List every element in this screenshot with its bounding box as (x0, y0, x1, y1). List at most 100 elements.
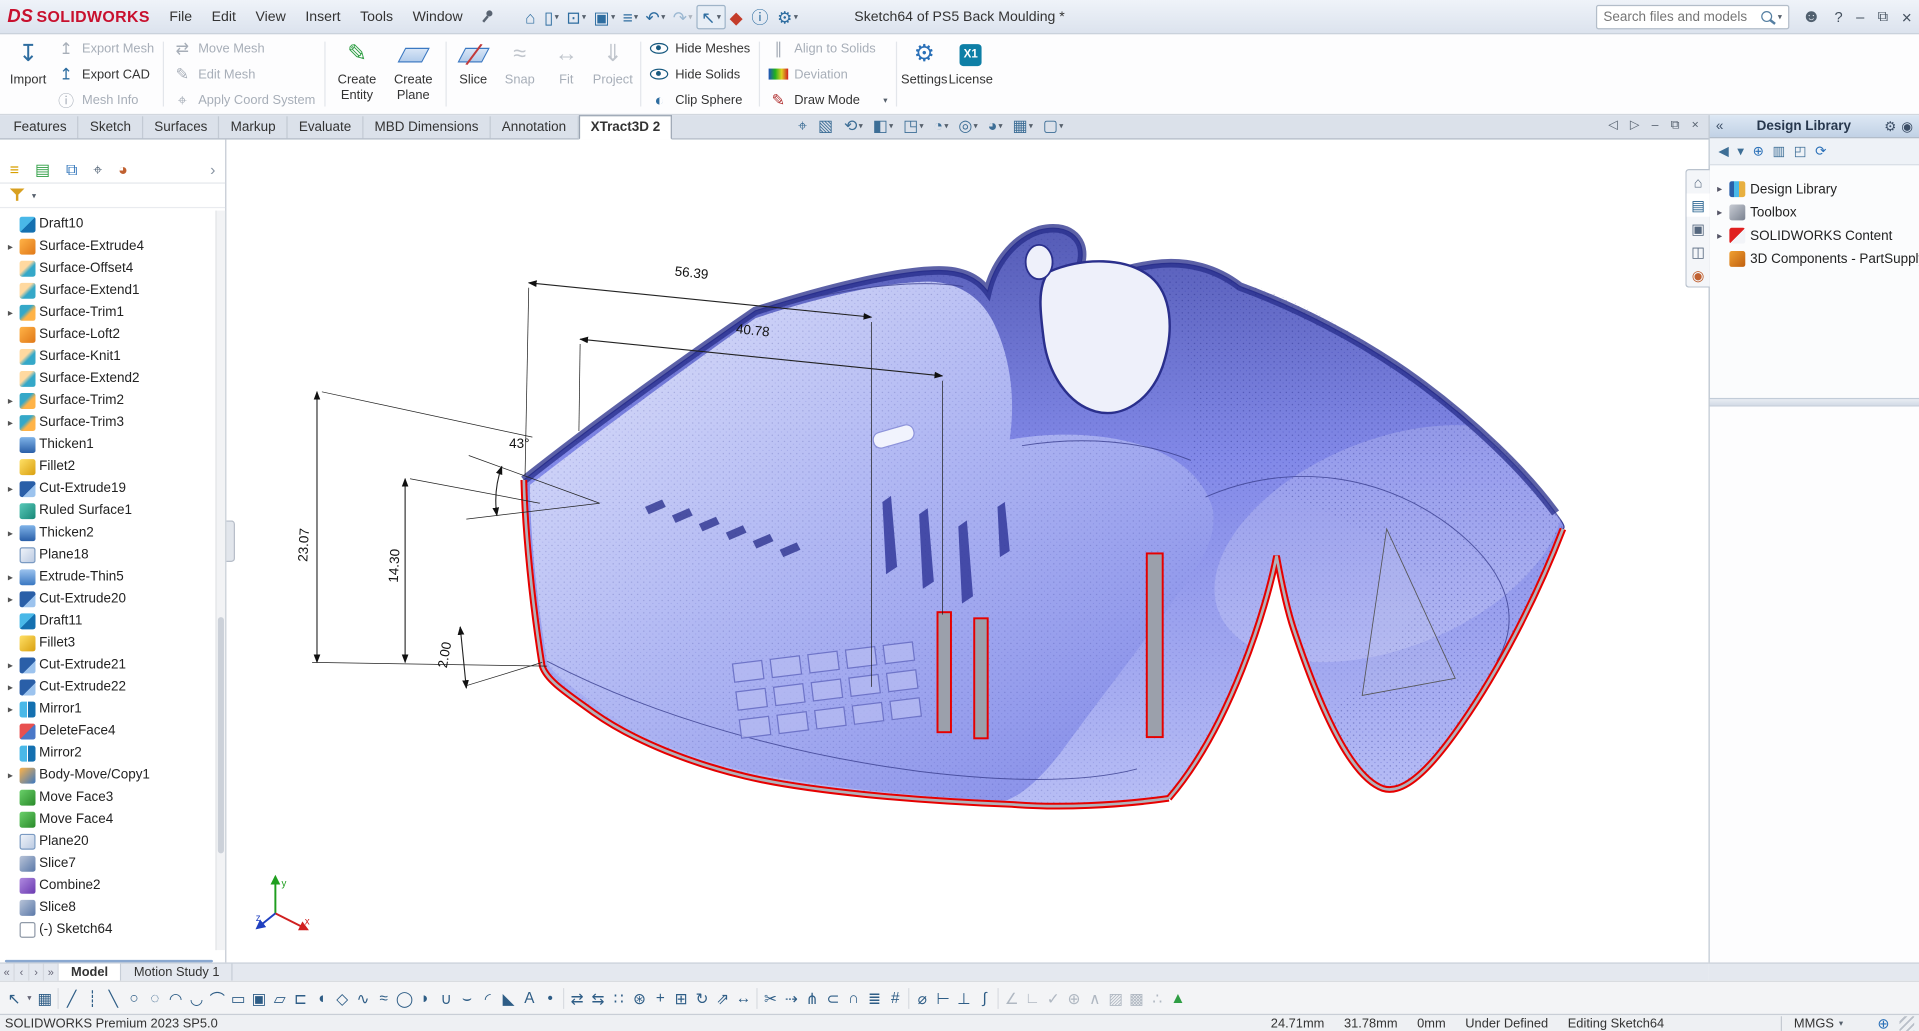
feature-tree-item[interactable]: Combine2 (0, 874, 215, 896)
feature-tree-item[interactable]: ▸ Surface-Extrude4 (0, 235, 215, 257)
refresh-icon[interactable]: ⟳ (1815, 143, 1826, 159)
sketch-parabola[interactable]: ∪ (436, 985, 457, 1011)
repair-sketch[interactable]: ⊕ (1064, 985, 1085, 1011)
align-to-solids-button[interactable]: ∥Align to Solids (764, 36, 893, 60)
apply-coord-system-button[interactable]: ⌖Apply Coord System (168, 88, 321, 112)
smart-dimension[interactable]: ⌀ (912, 985, 933, 1011)
file-properties-button[interactable]: ⓘ (748, 6, 774, 28)
draw-mode-button[interactable]: ✎Draw Mode▾ (764, 88, 893, 112)
apply-scene-icon[interactable]: ▦ ▾ (1013, 118, 1034, 134)
feature-tree-item[interactable]: ▸ Cut-Extrude22 (0, 676, 215, 698)
fit-button[interactable]: ↔ Fit (543, 36, 590, 113)
scrollbar-thumb[interactable] (218, 617, 224, 854)
sketch-centerline[interactable]: ┊ (82, 985, 103, 1011)
sketch-center-rectangle[interactable]: ▣ (248, 985, 269, 1011)
menu-tools[interactable]: Tools (350, 3, 402, 30)
menu-file[interactable]: File (160, 3, 202, 30)
tab-model[interactable]: Model (59, 964, 122, 981)
expand-arrow-icon[interactable]: ▸ (5, 703, 16, 714)
design-library-item[interactable]: 3D Components - PartSupply (1715, 247, 1914, 270)
sketch-arc-tangent[interactable]: ◡ (186, 985, 207, 1011)
displaymanager-tab-icon[interactable]: ◕ (118, 160, 128, 178)
display-relations[interactable]: ∠ (1001, 985, 1022, 1011)
previous-view-icon[interactable]: ⟲ ▾ (844, 118, 863, 134)
feature-tree-item[interactable]: Slice7 (0, 852, 215, 874)
hide-solids-button[interactable]: Hide Solids (645, 62, 755, 86)
sketch-arc-centerpoint[interactable]: ◠ (165, 985, 186, 1011)
sketch-spline[interactable]: ∿ (352, 985, 373, 1011)
add-relation[interactable]: ∟ (1022, 985, 1043, 1011)
move-entities[interactable]: + (650, 985, 671, 1011)
feature-tree-item[interactable]: Fillet3 (0, 632, 215, 654)
area-hatch-fill[interactable]: ▩ (1126, 985, 1147, 1011)
create-plane-button[interactable]: Create Plane (385, 36, 441, 113)
license-button[interactable]: X1 License (947, 36, 994, 113)
linear-sketch-pattern[interactable]: ∷ (608, 985, 629, 1011)
feature-tree-item[interactable]: ▸ Body-Move/Copy1 (0, 764, 215, 786)
expand-arrow-icon[interactable]: ▸ (5, 395, 16, 406)
feature-tree-item[interactable]: Slice8 (0, 896, 215, 918)
feature-tree-item[interactable]: ▸ Cut-Extrude21 (0, 654, 215, 676)
minimize-icon[interactable]: – (1856, 8, 1864, 25)
feature-tree-item[interactable]: Surface-Knit1 (0, 345, 215, 367)
task-pane-file-explorer-icon[interactable]: ▣ (1687, 217, 1710, 240)
search-icon[interactable] (1761, 11, 1772, 22)
sketch-corner-rectangle[interactable]: ▭ (228, 985, 249, 1011)
export-mesh-button[interactable]: ↥Export Mesh (51, 36, 159, 60)
task-pane-options-icon[interactable]: ⚙ (1884, 118, 1896, 134)
sketch-text[interactable]: A (519, 985, 540, 1011)
search-input[interactable] (1603, 9, 1755, 24)
expand-arrow-icon[interactable]: ▸ (5, 681, 16, 692)
menu-insert[interactable]: Insert (296, 3, 351, 30)
search-caret-icon[interactable]: ▾ (1778, 12, 1782, 22)
rotate-entities[interactable]: ↻ (692, 985, 713, 1011)
sketch-partial-ellipse[interactable]: ◗ (415, 985, 436, 1011)
import-button[interactable]: ↧ Import (5, 36, 52, 113)
add-to-library-icon[interactable]: ⊕ (1753, 143, 1764, 159)
quick-snaps[interactable]: ∧ (1084, 985, 1105, 1011)
stretch-entities[interactable]: ↔ (733, 985, 754, 1011)
tab-sketch[interactable]: Sketch (79, 116, 143, 138)
rollback-bar[interactable] (5, 960, 213, 962)
view-settings-icon[interactable]: ▢ ▾ (1043, 118, 1064, 134)
feature-tree-item[interactable]: Mirror2 (0, 742, 215, 764)
hide-show-items-icon[interactable]: ◎ ▾ (958, 118, 977, 134)
expand-arrow-icon[interactable]: ▸ (5, 571, 16, 582)
expand-arrow-icon[interactable]: ▸ (5, 527, 16, 538)
snap-button[interactable]: ≈ Snap (497, 36, 544, 113)
expand-arrow-icon[interactable]: ▸ (5, 241, 16, 252)
face-curves[interactable]: # (885, 985, 906, 1011)
feature-tree-item[interactable]: Plane20 (0, 830, 215, 852)
feature-tree-item[interactable]: Plane18 (0, 544, 215, 566)
sketch-style-spline[interactable]: ≈ (373, 985, 394, 1011)
view-orientation-icon[interactable]: ◳ ▾ (903, 118, 924, 134)
display-style-icon[interactable]: ◔ ▾ (933, 118, 948, 134)
extend-entities[interactable]: ⇢ (781, 985, 802, 1011)
feature-tree-item[interactable]: ▸ Surface-Trim1 (0, 301, 215, 323)
project-button[interactable]: ⇓ Project (590, 36, 637, 113)
tab-scroll-icon[interactable]: › (29, 964, 44, 981)
expand-arrow-icon[interactable]: ▸ (5, 417, 16, 428)
graphics-viewport[interactable]: 56.39 40.78 43° 23.07 14.30 2.00 (226, 140, 1708, 963)
sketch-perimeter-circle[interactable]: ◌ (144, 985, 165, 1011)
tab-scroll-icon[interactable]: ‹ (15, 964, 30, 981)
deviation-button[interactable]: Deviation (764, 62, 893, 86)
tab-evaluate[interactable]: Evaluate (288, 116, 364, 138)
options-button[interactable]: ⚙ ▾ (773, 6, 801, 28)
path-length-dimension[interactable]: ∫ (974, 985, 995, 1011)
feature-tree-item[interactable]: Ruled Surface1 (0, 500, 215, 522)
close-icon[interactable]: × (1902, 7, 1912, 27)
dynamic-mirror[interactable]: ⇆ (587, 985, 608, 1011)
task-pane-view-palette-icon[interactable]: ◫ (1687, 240, 1710, 263)
select-tool[interactable]: ↖ (4, 985, 25, 1011)
tab-scroll-icon[interactable]: « (0, 964, 15, 981)
feature-tree-item[interactable]: Draft11 (0, 610, 215, 632)
web-help-globe-icon[interactable]: ⊕ (1877, 1016, 1889, 1031)
tab-markup[interactable]: Markup (220, 116, 288, 138)
expand-arrow-icon[interactable]: ▸ (5, 659, 16, 670)
sketch-line[interactable]: ╱ (61, 985, 82, 1011)
doc-next-icon[interactable]: ▷ (1630, 119, 1639, 132)
sketch-arc-3point[interactable]: ⌒ (207, 985, 228, 1011)
dimension-label[interactable]: 56.39 (674, 264, 709, 282)
home-button[interactable]: ⌂ (521, 6, 540, 28)
